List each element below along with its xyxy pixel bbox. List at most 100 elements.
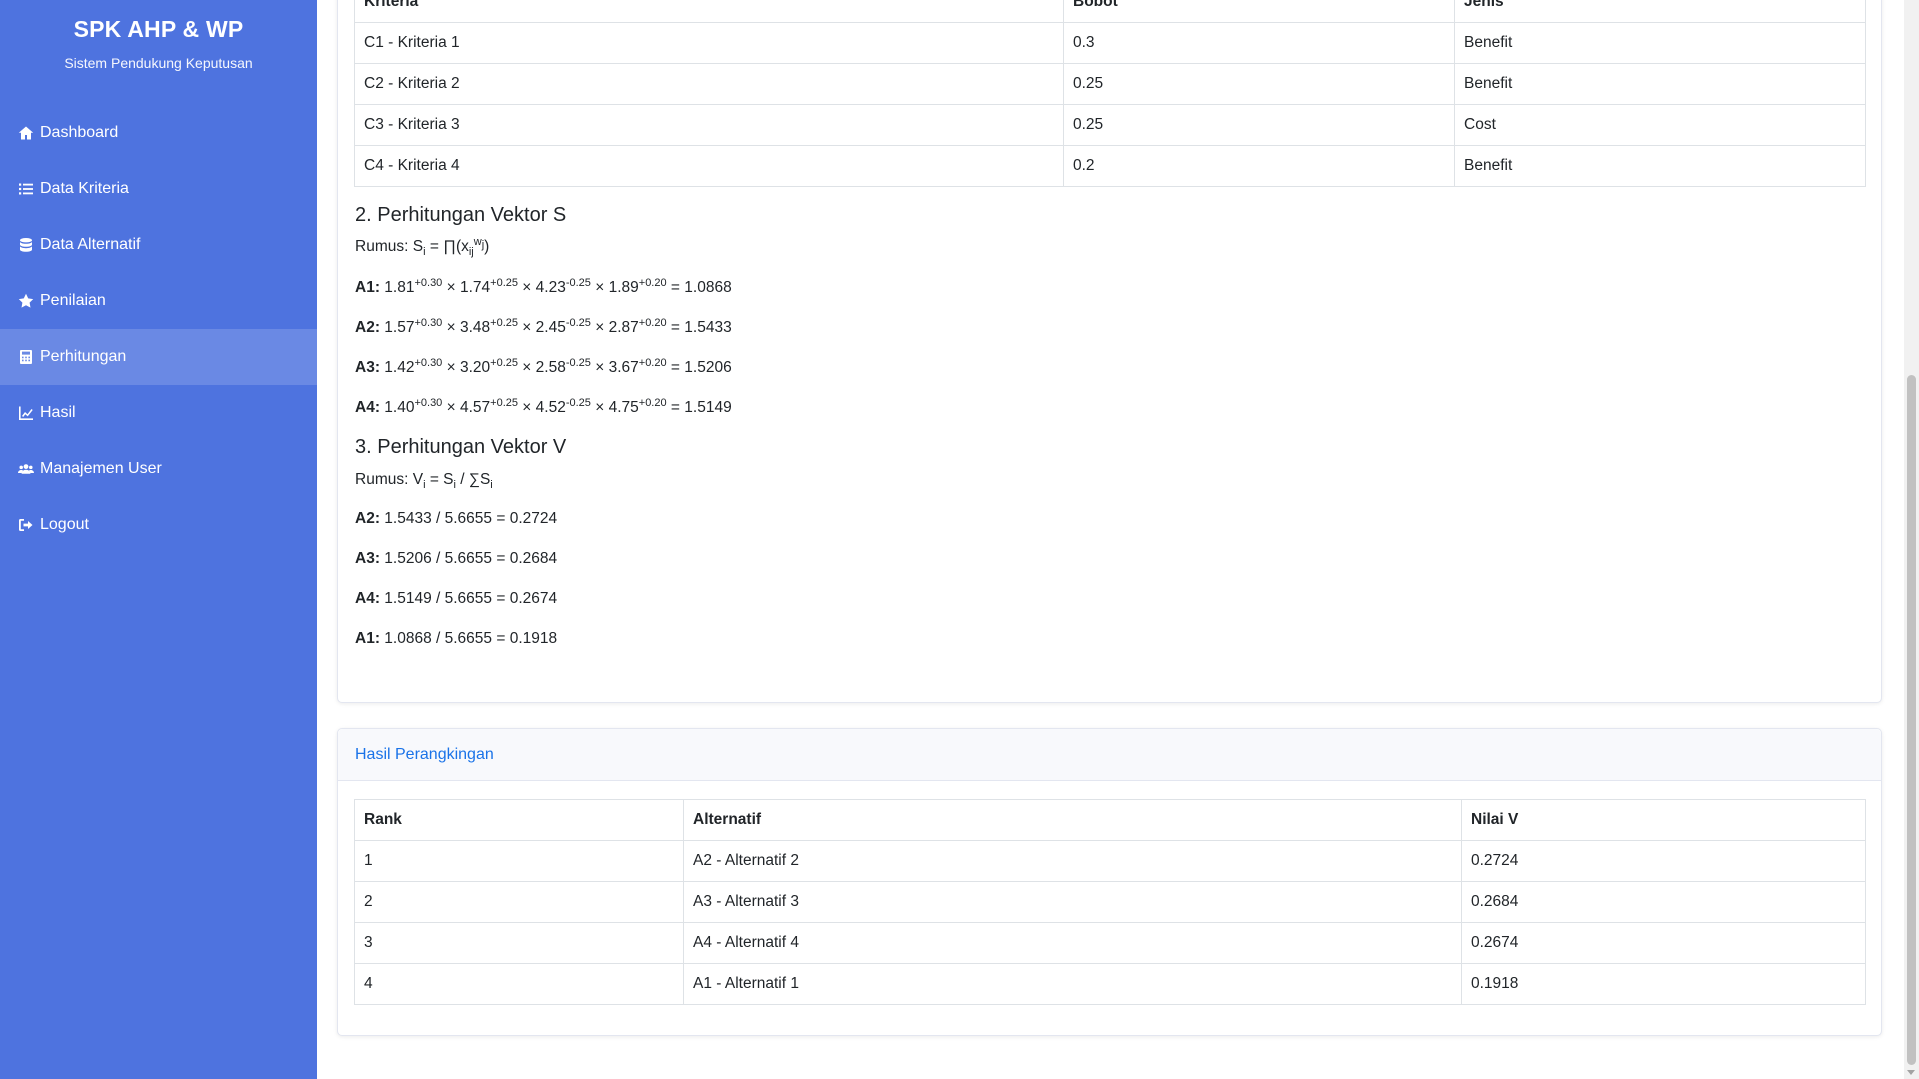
scrollbar-thumb[interactable] xyxy=(1907,375,1916,1065)
ranking-card-header: Hasil Perangkingan xyxy=(338,729,1881,781)
table-header-row: Kriteria Bobot Jenis xyxy=(354,0,1866,23)
column-header-alternatif: Alternatif xyxy=(683,799,1462,841)
term-base: 4.57 xyxy=(459,399,491,416)
table-cell: Benefit xyxy=(1454,63,1866,105)
sidebar-item-data-kriteria[interactable]: Data Kriteria xyxy=(0,161,317,217)
vektor-v-row: A4: 1.5149 / 5.6655 = 0.2674 xyxy=(355,590,557,608)
table-cell: A3 - Alternatif 3 xyxy=(683,881,1462,923)
sidebar-item-label: Perhitungan xyxy=(40,348,127,365)
vektor-s-formula: Rumus: Si = ∏(xijwj) xyxy=(355,236,490,257)
sidebar-item-label: Penilaian xyxy=(40,292,106,309)
vektor-s-result: 1.5206 xyxy=(684,359,732,376)
formula-text: ) xyxy=(484,238,490,255)
term-exponent: +0.25 xyxy=(490,276,518,289)
sidebar-item-hasil[interactable]: Hasil xyxy=(0,385,317,441)
column-header-jenis: Jenis xyxy=(1454,0,1866,23)
sidebar-item-perhitungan[interactable]: Perhitungan xyxy=(0,329,317,385)
sidebar-item-penilaian[interactable]: Penilaian xyxy=(0,273,317,329)
sidebar-item-dashboard[interactable]: Dashboard xyxy=(0,105,317,161)
term-exponent: +0.25 xyxy=(490,316,518,329)
vektor-v-row: A1: 1.0868 / 5.6655 = 0.1918 xyxy=(355,630,557,648)
table-cell: C4 - Kriteria 4 xyxy=(354,145,1064,187)
vektor-v-title: 3. Perhitungan Vektor V xyxy=(355,436,567,458)
table-cell: Benefit xyxy=(1454,22,1866,64)
alternative-label: A2: xyxy=(355,510,380,527)
term-exponent: -0.25 xyxy=(565,396,591,409)
term-base: 4.75 xyxy=(608,399,639,416)
sidebar-item-label: Data Kriteria xyxy=(40,180,129,197)
term-exponent: -0.25 xyxy=(565,316,591,329)
table-cell: 0.25 xyxy=(1063,63,1455,105)
column-header-nilai-v: Nilai V xyxy=(1461,799,1866,841)
page-scrollbar[interactable] xyxy=(1904,0,1919,1079)
term-base: 3.48 xyxy=(459,319,491,336)
sidebar-item-label: Logout xyxy=(40,516,89,533)
chart-line-icon xyxy=(16,404,36,422)
sidebar-item-logout[interactable]: Logout xyxy=(0,497,317,553)
table-cell: C2 - Kriteria 2 xyxy=(354,63,1064,105)
term-exponent: +0.25 xyxy=(490,396,518,409)
term-base: 3.67 xyxy=(608,359,639,376)
alternative-label: A2: xyxy=(355,319,380,336)
vektor-s-result: 1.5149 xyxy=(684,399,732,416)
sidebar-item-label: Manajemen User xyxy=(40,460,162,477)
brand-title[interactable]: SPK AHP & WP xyxy=(0,16,317,43)
term-base: 1.89 xyxy=(608,279,639,296)
alternative-label: A1: xyxy=(355,279,380,296)
column-header-kriteria: Kriteria xyxy=(354,0,1064,23)
table-row: C1 - Kriteria 1 0.3 Benefit xyxy=(354,22,1866,64)
term-base: 1.57 xyxy=(384,319,415,336)
term-base: 2.45 xyxy=(535,319,566,336)
table-cell: A4 - Alternatif 4 xyxy=(683,922,1462,964)
term-exponent: +0.30 xyxy=(414,396,443,409)
ranking-table: Rank Alternatif Nilai V 1 A2 - Alternati… xyxy=(354,799,1866,1005)
vektor-v-value: 1.5149 / 5.6655 = 0.2674 xyxy=(384,590,558,607)
vektor-v-value: 1.5206 / 5.6655 = 0.2684 xyxy=(384,550,558,567)
table-cell: 0.2674 xyxy=(1461,922,1866,964)
table-row: C3 - Kriteria 3 0.25 Cost xyxy=(354,104,1866,146)
formula-text: = ∏(x xyxy=(425,238,469,255)
ranking-card: Hasil Perangkingan Rank Alternatif Nilai… xyxy=(337,728,1882,1036)
table-cell: 3 xyxy=(354,922,684,964)
term-base: 1.42 xyxy=(384,359,415,376)
table-cell: A1 - Alternatif 1 xyxy=(683,963,1462,1005)
formula-text: / ∑S xyxy=(455,471,491,488)
table-cell: 2 xyxy=(354,881,684,923)
term-exponent: -0.25 xyxy=(565,276,591,289)
alternative-label: A4: xyxy=(355,399,380,416)
table-cell: 1 xyxy=(354,840,684,882)
formula-text: = S xyxy=(425,471,454,488)
sidebar-item-label: Data Alternatif xyxy=(40,236,141,253)
vektor-v-formula: Rumus: Vi = Si / ∑Si xyxy=(355,471,493,492)
formula-sub: i xyxy=(490,479,493,492)
vektor-v-value: 1.5433 / 5.6655 = 0.2724 xyxy=(384,510,558,527)
vektor-v-value: 1.0868 / 5.6655 = 0.1918 xyxy=(384,630,558,647)
table-cell: 0.25 xyxy=(1063,104,1455,146)
scroll-down-arrow-icon[interactable] xyxy=(1907,1070,1915,1075)
table-cell: 0.2 xyxy=(1063,145,1455,187)
table-cell: 0.1918 xyxy=(1461,963,1866,1005)
home-icon xyxy=(16,124,36,142)
term-exponent: +0.30 xyxy=(414,316,443,329)
sidebar-item-manajemen-user[interactable]: Manajemen User xyxy=(0,441,317,497)
table-row: 4 A1 - Alternatif 1 0.1918 xyxy=(354,963,1866,1005)
term-exponent: +0.20 xyxy=(638,396,667,409)
term-exponent: -0.25 xyxy=(565,356,591,369)
sidebar-item-label: Hasil xyxy=(40,404,76,421)
table-cell: A2 - Alternatif 2 xyxy=(683,840,1462,882)
alternative-label: A4: xyxy=(355,590,380,607)
formula-text: Rumus: S xyxy=(355,238,424,255)
sidebar-item-data-alternatif[interactable]: Data Alternatif xyxy=(0,217,317,273)
table-row: 2 A3 - Alternatif 3 0.2684 xyxy=(354,881,1866,923)
alternative-label: A3: xyxy=(355,359,380,376)
table-cell: C1 - Kriteria 1 xyxy=(354,22,1064,64)
vektor-s-row: A1: 1.81+0.30 × 1.74+0.25 × 4.23-0.25 × … xyxy=(355,276,732,296)
column-header-rank: Rank xyxy=(354,799,684,841)
calculator-icon xyxy=(16,348,36,366)
vektor-s-row: A3: 1.42+0.30 × 3.20+0.25 × 2.58-0.25 × … xyxy=(355,356,732,376)
table-cell: 0.3 xyxy=(1063,22,1455,64)
sidebar: SPK AHP & WP Sistem Pendukung Keputusan … xyxy=(0,0,317,1079)
term-exponent: +0.25 xyxy=(490,356,518,369)
sidebar-item-label: Dashboard xyxy=(40,124,119,141)
term-exponent: +0.20 xyxy=(638,356,667,369)
